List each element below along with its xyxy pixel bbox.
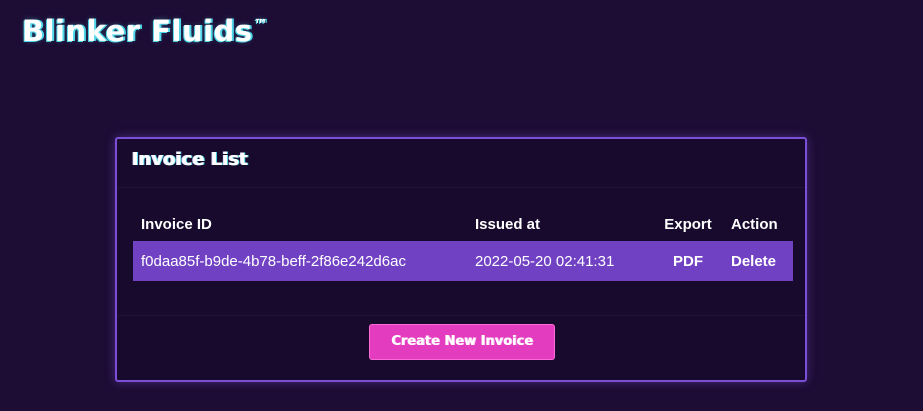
column-header-invoice-id: Invoice ID	[141, 215, 212, 233]
trademark-symbol: ™	[253, 17, 269, 33]
column-header-issued-at: Issued at	[475, 215, 541, 233]
create-invoice-button[interactable]: Create New Invoice	[369, 324, 555, 360]
invoice-table: Invoice ID Issued at Export Action f0daa…	[133, 207, 793, 281]
delete-invoice-link[interactable]: Delete	[723, 241, 793, 281]
issued-at-cell: 2022-05-20 02:41:31	[475, 252, 615, 270]
column-header-export: Export	[664, 215, 712, 233]
invoice-list-card: Invoice List Invoice ID Issued at Export…	[115, 137, 807, 382]
column-header-action: Action	[731, 215, 778, 233]
table-header-row: Invoice ID Issued at Export Action	[133, 207, 793, 241]
invoice-id-cell: f0daa85f-b9de-4b78-beff-2f86e242d6ac	[141, 252, 406, 270]
card-header: Invoice List	[117, 139, 805, 188]
export-pdf-link[interactable]: PDF	[653, 241, 723, 281]
table-row: f0daa85f-b9de-4b78-beff-2f86e242d6ac 202…	[133, 241, 793, 281]
brand-logo: Blinker Fluids™	[22, 14, 268, 48]
card-title: Invoice List	[132, 149, 248, 170]
brand-name: Blinker Fluids	[22, 14, 253, 48]
card-footer: Create New Invoice	[117, 315, 805, 382]
